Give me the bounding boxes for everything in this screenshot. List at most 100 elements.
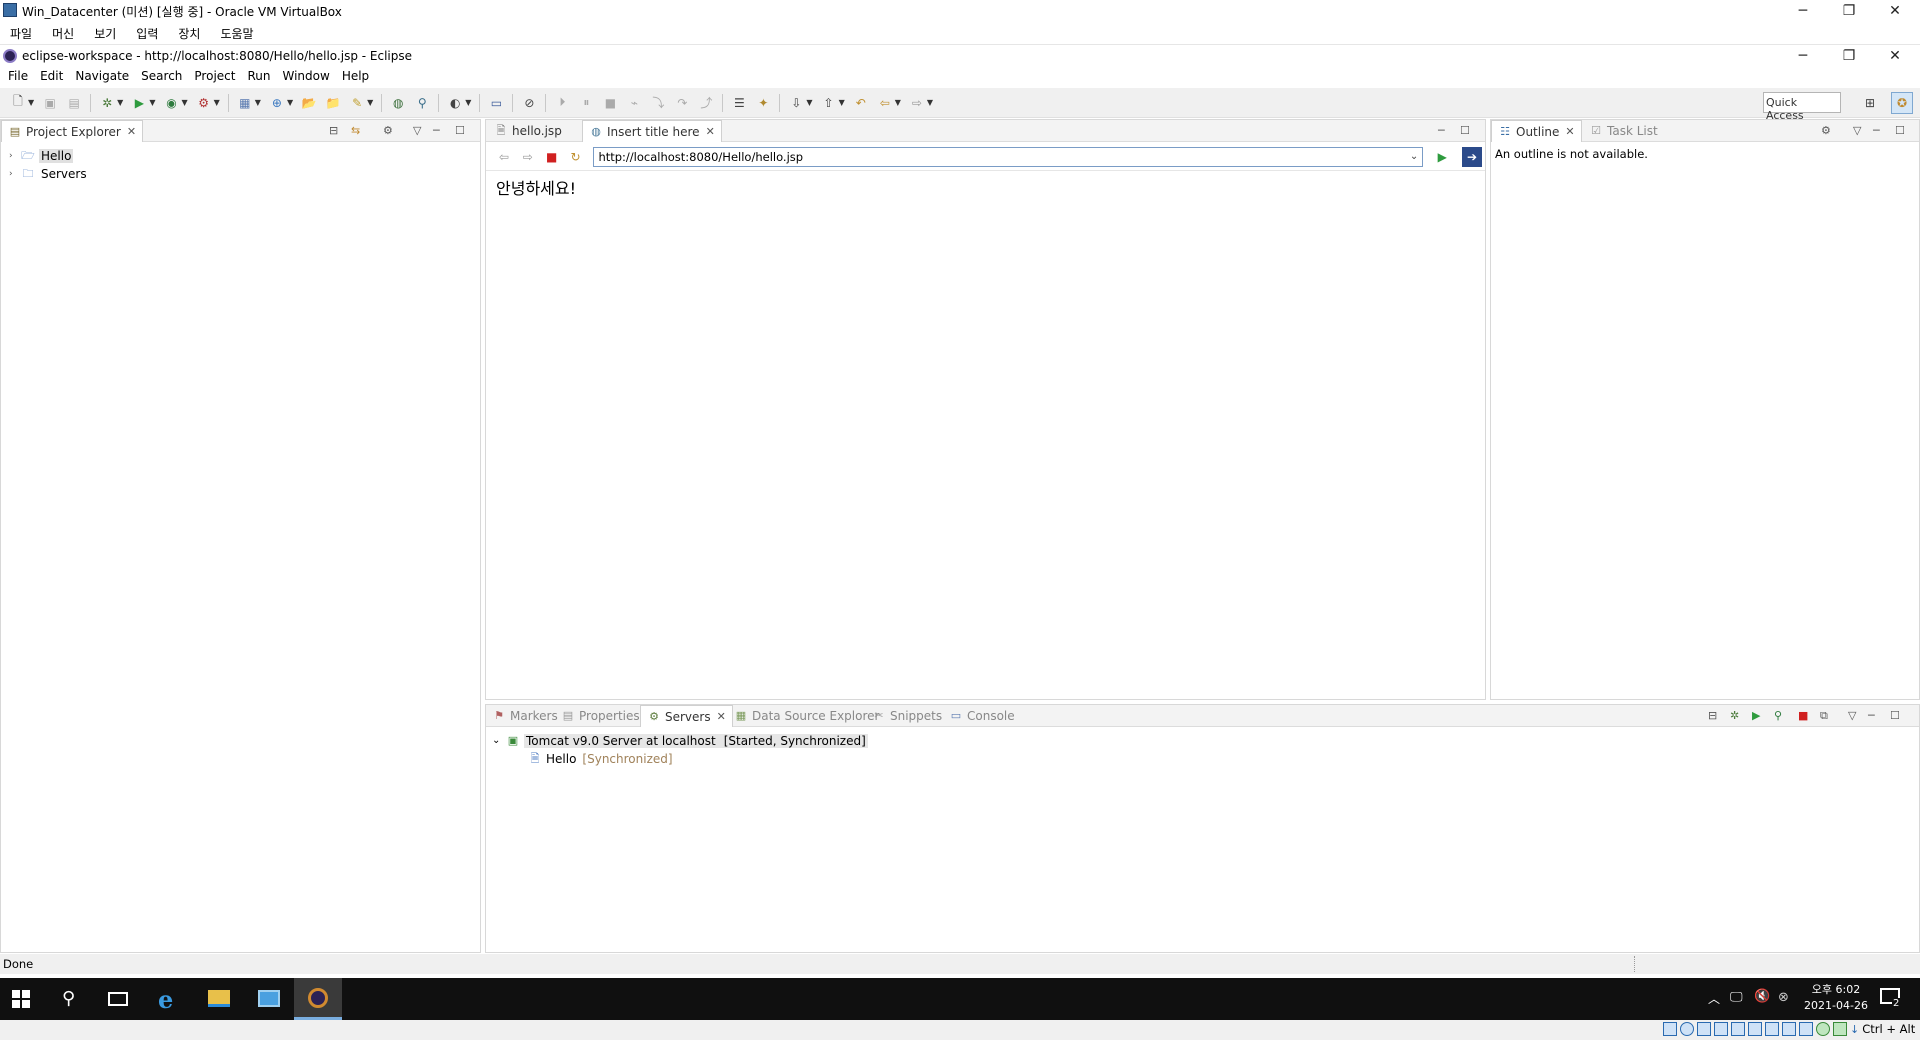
resume-icon[interactable]: ⏵ <box>553 94 571 112</box>
chevron-up-icon[interactable]: ︿ <box>1708 990 1720 1007</box>
chevron-down-icon[interactable]: ▼ <box>149 98 155 107</box>
close-icon[interactable]: ✕ <box>1565 125 1574 138</box>
stop-server-icon[interactable]: ■ <box>1798 709 1808 722</box>
menu-run[interactable]: Run <box>241 67 276 85</box>
link-editor-icon[interactable]: ⇆ <box>351 124 360 137</box>
globe-icon[interactable]: ◍ <box>389 94 407 112</box>
open-perspective-icon[interactable]: ⊞ <box>1861 94 1879 112</box>
tab-snippets[interactable]: ✂ Snippets <box>866 705 948 727</box>
go-icon[interactable]: ▶ <box>1433 148 1451 166</box>
new-server-icon[interactable]: ▦ <box>236 94 254 112</box>
forward-icon[interactable]: ⇨ <box>908 94 926 112</box>
run-icon[interactable]: ▶ <box>130 94 148 112</box>
maximize-icon[interactable]: ☐ <box>1460 124 1470 137</box>
collapse-all-icon[interactable]: ⊟ <box>1708 709 1717 722</box>
menu-navigate[interactable]: Navigate <box>69 67 135 85</box>
chevron-down-icon[interactable]: ▼ <box>117 98 123 107</box>
debug-server-icon[interactable]: ✲ <box>1730 709 1739 722</box>
save-all-icon[interactable]: ▤ <box>65 94 83 112</box>
close-icon[interactable]: ✕ <box>706 125 715 138</box>
chevron-down-icon[interactable]: ▼ <box>839 98 845 107</box>
eclipse-minimize-button[interactable]: ─ <box>1780 45 1826 67</box>
chevron-down-icon[interactable]: ⌄ <box>492 735 506 746</box>
maximize-icon[interactable]: ☐ <box>455 124 465 137</box>
tree-item-servers[interactable]: › 🗀 Servers <box>9 165 89 182</box>
keyboard-capture-icon[interactable] <box>1833 1022 1847 1036</box>
new-icon[interactable]: 🗋 <box>9 94 27 112</box>
chevron-down-icon[interactable]: ▼ <box>214 98 220 107</box>
annotation-icon[interactable]: ✦ <box>754 94 772 112</box>
pin-icon[interactable]: ⚲ <box>413 94 431 112</box>
menu-search[interactable]: Search <box>135 67 188 85</box>
step-into-icon[interactable]: ⤵ <box>649 94 667 112</box>
next-annotation-icon[interactable]: ⇩ <box>787 94 805 112</box>
tab-project-explorer[interactable]: ▤ Project Explorer ✕ <box>1 120 144 142</box>
browser-refresh-icon[interactable]: ↻ <box>567 148 585 166</box>
close-icon[interactable]: ✕ <box>127 125 136 138</box>
tab-console[interactable]: ▭ Console <box>943 705 1021 727</box>
filter-icon[interactable]: ⚙ <box>1821 124 1831 137</box>
tab-browser[interactable]: ◍ Insert title here ✕ <box>582 120 722 142</box>
tab-properties[interactable]: ▤ Properties <box>555 705 646 727</box>
coverage-icon[interactable]: ◉ <box>162 94 180 112</box>
external-tools-icon[interactable]: ⚙ <box>195 94 213 112</box>
video-capture-icon[interactable] <box>1782 1022 1796 1036</box>
shared-folder-icon[interactable] <box>1748 1022 1762 1036</box>
vbox-menu-machine[interactable]: 머신 <box>42 22 84 45</box>
suspend-icon[interactable]: ⏸ <box>577 94 595 112</box>
open-external-browser-icon[interactable]: ➔ <box>1462 146 1482 167</box>
view-menu-icon[interactable]: ▽ <box>1848 709 1856 722</box>
eclipse-restore-button[interactable]: ❐ <box>1826 45 1872 67</box>
vbox-minimize-button[interactable]: ─ <box>1780 0 1826 22</box>
internet-explorer-icon[interactable]: e <box>158 985 173 1014</box>
tab-outline[interactable]: ☷ Outline ✕ <box>1491 120 1582 142</box>
chevron-down-icon[interactable]: ▼ <box>895 98 901 107</box>
browser-back-icon[interactable]: ⇦ <box>495 148 513 166</box>
collapse-all-icon[interactable]: ⊟ <box>329 124 338 137</box>
menu-project[interactable]: Project <box>188 67 241 85</box>
start-server-icon[interactable]: ▶ <box>1752 709 1760 722</box>
debug-icon[interactable]: ✲ <box>98 94 116 112</box>
tab-hello-jsp[interactable]: 🗎 hello.jsp <box>488 120 580 142</box>
server-row[interactable]: ⌄ ▣ Tomcat v9.0 Server at localhost [Sta… <box>492 732 868 749</box>
minimize-icon[interactable]: ─ <box>1438 124 1445 137</box>
chevron-down-icon[interactable]: ▼ <box>465 98 471 107</box>
menu-edit[interactable]: Edit <box>34 67 69 85</box>
prev-annotation-icon[interactable]: ⇧ <box>820 94 838 112</box>
vbox-menu-view[interactable]: 보기 <box>84 22 126 45</box>
open-type-icon[interactable]: 📂 <box>300 94 318 112</box>
step-return-icon[interactable]: ⤴ <box>697 94 715 112</box>
back-icon[interactable]: ⇦ <box>876 94 894 112</box>
taskbar-eclipse-button[interactable] <box>294 978 342 1020</box>
menu-file[interactable]: File <box>2 67 34 85</box>
close-circle-icon[interactable]: ⊗ <box>1778 990 1789 1005</box>
search-icon[interactable]: ✎ <box>348 94 366 112</box>
module-row[interactable]: 🗎 Hello [Synchronized] <box>528 750 673 767</box>
vbox-menu-devices[interactable]: 장치 <box>168 22 210 45</box>
skip-breakpoints-icon[interactable]: ⊘ <box>520 94 538 112</box>
usb-icon[interactable] <box>1731 1022 1745 1036</box>
server-manager-icon[interactable] <box>258 990 280 1007</box>
view-menu-icon[interactable]: ▽ <box>413 124 421 137</box>
new-class-icon[interactable]: ⊕ <box>268 94 286 112</box>
minimize-icon[interactable]: ─ <box>433 124 440 137</box>
windows-start-icon[interactable] <box>12 990 30 1008</box>
chevron-down-icon[interactable]: ⌄ <box>1410 151 1418 162</box>
maximize-icon[interactable]: ☐ <box>1890 709 1900 722</box>
chevron-down-icon[interactable]: ▼ <box>806 98 812 107</box>
vbox-menu-file[interactable]: 파일 <box>0 22 42 45</box>
file-explorer-icon[interactable] <box>208 990 230 1007</box>
perspective-icon[interactable]: ◐ <box>446 94 464 112</box>
publish-icon[interactable]: ⧉ <box>1820 709 1828 723</box>
network-adapter-icon[interactable] <box>1714 1022 1728 1036</box>
save-icon[interactable]: ▣ <box>41 94 59 112</box>
mouse-integration-icon[interactable] <box>1816 1022 1830 1036</box>
tab-markers[interactable]: ⚑ Markers <box>486 705 564 727</box>
clock-time[interactable]: 오후 6:02 <box>1806 981 1866 997</box>
audio-icon[interactable] <box>1697 1022 1711 1036</box>
chevron-down-icon[interactable]: ▼ <box>927 98 933 107</box>
optical-drive-icon[interactable] <box>1680 1022 1694 1036</box>
tab-task-list[interactable]: ☑ Task List <box>1583 120 1664 142</box>
filter-icon[interactable]: ⚙ <box>383 124 393 137</box>
open-resource-icon[interactable]: 📁 <box>324 94 342 112</box>
